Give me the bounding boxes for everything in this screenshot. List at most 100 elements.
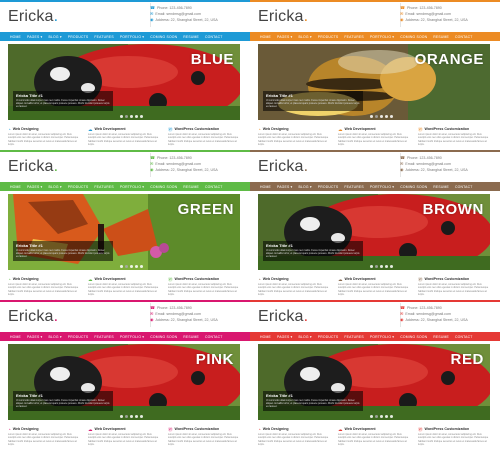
nav-pages[interactable]: PAGES ▾	[27, 335, 42, 339]
feature-title[interactable]: Web Development	[95, 127, 126, 131]
feature-title[interactable]: Web Designing	[13, 127, 39, 131]
feature-title[interactable]: WordPress Customization	[425, 277, 470, 281]
nav-contact[interactable]: CONTACT	[205, 35, 223, 39]
feature-title[interactable]: WordPress Customization	[425, 427, 470, 431]
slider-dot[interactable]	[135, 265, 138, 268]
nav-products[interactable]: PRODUCTS	[318, 35, 339, 39]
hero-slider[interactable]: RED Ericka Title #1 Ut commodo ullamcorp…	[258, 344, 490, 420]
slider-dot[interactable]	[140, 115, 143, 118]
nav-resume[interactable]: RESUME	[183, 185, 199, 189]
feature-title[interactable]: Web Designing	[263, 427, 289, 431]
slider-dot[interactable]	[120, 415, 123, 418]
nav-features[interactable]: FEATURES	[344, 335, 363, 339]
slider-dot[interactable]	[135, 115, 138, 118]
feature-title[interactable]: Web Designing	[263, 127, 289, 131]
nav-blog[interactable]: BLOG ▾	[298, 185, 311, 189]
nav-blog[interactable]: BLOG ▾	[298, 335, 311, 339]
slider-dot[interactable]	[120, 265, 123, 268]
nav-pages[interactable]: PAGES ▾	[27, 35, 42, 39]
nav-home[interactable]: HOME	[10, 35, 21, 39]
nav-contact[interactable]: CONTACT	[455, 335, 473, 339]
nav-features[interactable]: FEATURES	[344, 185, 363, 189]
slider-dot[interactable]	[125, 415, 128, 418]
slider-dot[interactable]	[380, 115, 383, 118]
slider-dot[interactable]	[130, 115, 133, 118]
feature-title[interactable]: Web Development	[95, 427, 126, 431]
slider-dot[interactable]	[390, 265, 393, 268]
feature-title[interactable]: WordPress Customization	[175, 277, 220, 281]
feature-title[interactable]: Web Development	[345, 127, 376, 131]
nav-features[interactable]: FEATURES	[344, 35, 363, 39]
feature-title[interactable]: Web Development	[345, 427, 376, 431]
nav-products[interactable]: PRODUCTS	[318, 335, 339, 339]
nav-pages[interactable]: PAGES ▾	[277, 185, 292, 189]
nav-contact[interactable]: CONTACT	[455, 185, 473, 189]
nav-contact[interactable]: CONTACT	[205, 185, 223, 189]
slider-dot[interactable]	[125, 115, 128, 118]
feature-title[interactable]: WordPress Customization	[175, 427, 220, 431]
nav-coming-soon[interactable]: COMING SOON	[400, 185, 427, 189]
nav-portfolio[interactable]: PORTFOLIO ▾	[370, 35, 394, 39]
slider-dot[interactable]	[385, 115, 388, 118]
hero-slider[interactable]: ORANGE Ericka Title #1 Ut commodo ullamc…	[258, 44, 490, 120]
slider-dot[interactable]	[385, 265, 388, 268]
nav-products[interactable]: PRODUCTS	[68, 335, 89, 339]
nav-blog[interactable]: BLOG ▾	[298, 35, 311, 39]
feature-title[interactable]: Web Designing	[263, 277, 289, 281]
slider-dot[interactable]	[390, 115, 393, 118]
slider-dot[interactable]	[125, 265, 128, 268]
site-logo[interactable]: Ericka.	[258, 308, 308, 326]
nav-home[interactable]: HOME	[260, 35, 271, 39]
nav-portfolio[interactable]: PORTFOLIO ▾	[120, 35, 144, 39]
nav-resume[interactable]: RESUME	[183, 35, 199, 39]
hero-slider[interactable]: PINK Ericka Title #1 Ut commodo ullamcor…	[8, 344, 240, 420]
nav-pages[interactable]: PAGES ▾	[277, 335, 292, 339]
nav-features[interactable]: FEATURES	[94, 335, 113, 339]
slider-dot[interactable]	[130, 415, 133, 418]
slider-dot[interactable]	[380, 265, 383, 268]
slider-dot[interactable]	[370, 115, 373, 118]
nav-resume[interactable]: RESUME	[433, 185, 449, 189]
nav-features[interactable]: FEATURES	[94, 185, 113, 189]
nav-portfolio[interactable]: PORTFOLIO ▾	[370, 185, 394, 189]
hero-slider[interactable]: BLUE Ericka Title #1 Ut commodo ullamcor…	[8, 44, 240, 120]
slider-dot[interactable]	[140, 415, 143, 418]
nav-contact[interactable]: CONTACT	[455, 35, 473, 39]
nav-blog[interactable]: BLOG ▾	[48, 35, 61, 39]
feature-title[interactable]: WordPress Customization	[175, 127, 220, 131]
feature-title[interactable]: Web Designing	[13, 427, 39, 431]
slider-dot[interactable]	[390, 415, 393, 418]
nav-portfolio[interactable]: PORTFOLIO ▾	[370, 335, 394, 339]
nav-pages[interactable]: PAGES ▾	[277, 35, 292, 39]
feature-title[interactable]: Web Designing	[13, 277, 39, 281]
nav-coming-soon[interactable]: COMING SOON	[150, 335, 177, 339]
feature-title[interactable]: Web Development	[345, 277, 376, 281]
nav-portfolio[interactable]: PORTFOLIO ▾	[120, 185, 144, 189]
nav-features[interactable]: FEATURES	[94, 35, 113, 39]
nav-products[interactable]: PRODUCTS	[68, 185, 89, 189]
site-logo[interactable]: Ericka.	[8, 308, 58, 326]
nav-contact[interactable]: CONTACT	[205, 335, 223, 339]
slider-dot[interactable]	[135, 415, 138, 418]
slider-dot[interactable]	[375, 265, 378, 268]
nav-home[interactable]: HOME	[260, 185, 271, 189]
hero-slider[interactable]: GREEN Ericka Title #1 Ut commodo ullamco…	[8, 194, 240, 270]
feature-title[interactable]: Web Development	[95, 277, 126, 281]
nav-products[interactable]: PRODUCTS	[318, 185, 339, 189]
nav-home[interactable]: HOME	[10, 185, 21, 189]
site-logo[interactable]: Ericka.	[258, 158, 308, 176]
nav-portfolio[interactable]: PORTFOLIO ▾	[120, 335, 144, 339]
nav-products[interactable]: PRODUCTS	[68, 35, 89, 39]
nav-pages[interactable]: PAGES ▾	[27, 185, 42, 189]
nav-home[interactable]: HOME	[260, 335, 271, 339]
slider-dot[interactable]	[140, 265, 143, 268]
nav-coming-soon[interactable]: COMING SOON	[400, 335, 427, 339]
nav-blog[interactable]: BLOG ▾	[48, 185, 61, 189]
nav-home[interactable]: HOME	[10, 335, 21, 339]
nav-resume[interactable]: RESUME	[183, 335, 199, 339]
slider-dot[interactable]	[375, 415, 378, 418]
slider-dot[interactable]	[385, 415, 388, 418]
nav-blog[interactable]: BLOG ▾	[48, 335, 61, 339]
slider-dot[interactable]	[370, 415, 373, 418]
hero-slider[interactable]: BROWN Ericka Title #1 Ut commodo ullamco…	[258, 194, 490, 270]
